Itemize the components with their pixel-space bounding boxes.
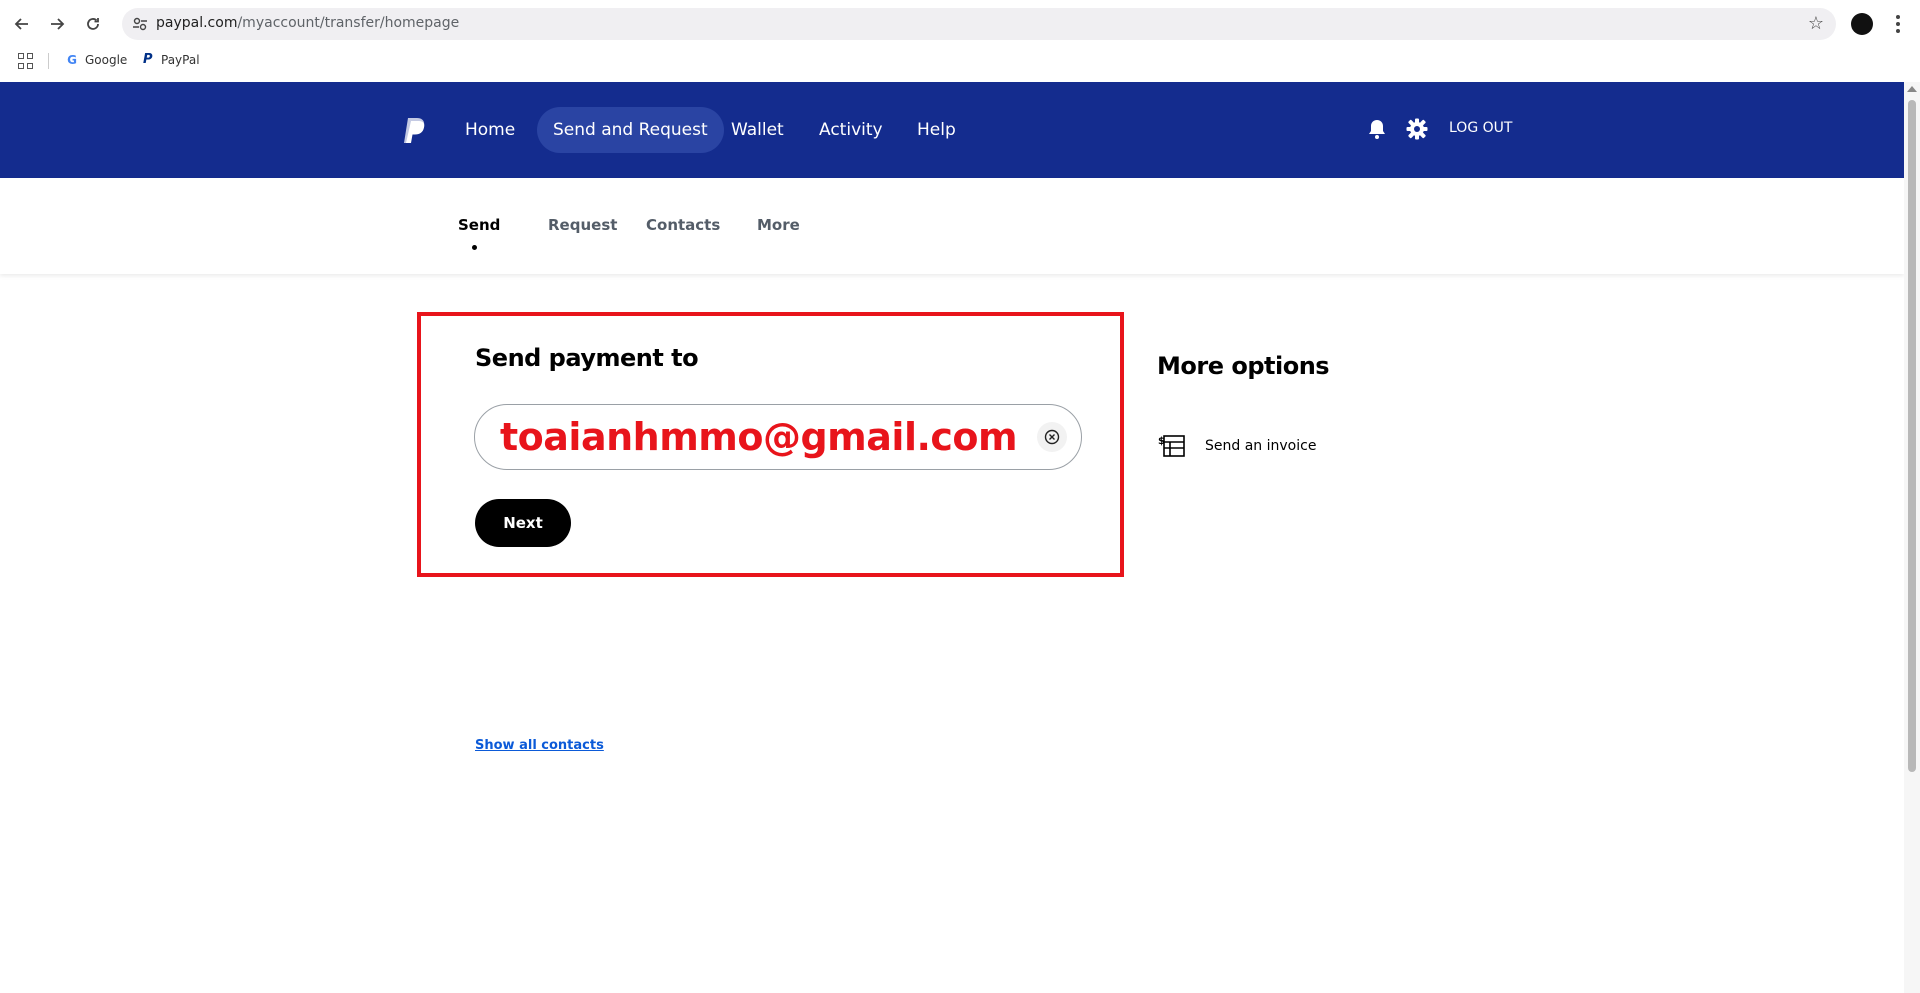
nav-home[interactable]: Home <box>449 107 531 153</box>
tab-request[interactable]: Request <box>548 216 617 234</box>
paypal-header: Home Send and Request Wallet Activity He… <box>0 82 1904 178</box>
clear-input-button[interactable] <box>1037 422 1067 452</box>
scroll-up-arrow[interactable] <box>1907 86 1917 92</box>
address-bar[interactable]: paypal.com/myaccount/transfer/homepage ☆ <box>122 8 1836 40</box>
paypal-logo[interactable] <box>402 116 428 146</box>
svg-text:$: $ <box>1158 436 1165 447</box>
bookmark-label: PayPal <box>161 53 200 67</box>
nav-send-and-request[interactable]: Send and Request <box>537 107 724 153</box>
forward-icon[interactable] <box>45 12 69 36</box>
sub-navigation: Send Request Contacts More <box>0 178 1904 274</box>
scrollbar-thumb[interactable] <box>1908 100 1916 772</box>
logout-button[interactable]: LOG OUT <box>1449 120 1512 136</box>
back-icon[interactable] <box>10 12 34 36</box>
tab-more[interactable]: More <box>757 216 800 234</box>
google-icon: G <box>67 53 77 67</box>
show-all-contacts-link[interactable]: Show all contacts <box>475 738 604 753</box>
site-info-icon[interactable] <box>132 16 148 32</box>
url-text: paypal.com/myaccount/transfer/homepage <box>156 15 460 31</box>
browser-toolbar: paypal.com/myaccount/transfer/homepage ☆ <box>0 0 1920 48</box>
gear-icon[interactable] <box>1406 118 1428 140</box>
tab-send[interactable]: Send <box>458 216 500 234</box>
tab-contacts[interactable]: Contacts <box>646 216 720 234</box>
browser-menu-icon[interactable] <box>1890 12 1906 36</box>
bookmarks-bar <box>0 48 1920 82</box>
active-tab-indicator <box>472 245 477 250</box>
recipient-value: toaianhmmo@gmail.com <box>500 415 1018 459</box>
send-invoice-link[interactable]: Send an invoice <box>1205 438 1316 454</box>
apps-grid-icon[interactable] <box>18 53 34 69</box>
bookmarks-divider <box>48 53 49 69</box>
invoice-icon[interactable]: $ <box>1158 433 1186 459</box>
nav-help[interactable]: Help <box>901 107 972 153</box>
next-button[interactable]: Next <box>475 499 571 547</box>
recipient-input[interactable]: toaianhmmo@gmail.com <box>474 404 1082 470</box>
bell-icon[interactable] <box>1366 118 1388 140</box>
paypal-icon: P <box>143 52 153 67</box>
nav-activity[interactable]: Activity <box>803 107 899 153</box>
clear-icon <box>1044 429 1060 445</box>
profile-avatar[interactable] <box>1851 13 1873 35</box>
nav-wallet[interactable]: Wallet <box>715 107 800 153</box>
more-options-title: More options <box>1157 352 1330 380</box>
reload-icon[interactable] <box>81 12 105 36</box>
send-payment-title: Send payment to <box>475 344 699 372</box>
bookmark-paypal[interactable]: P PayPal <box>143 52 200 68</box>
bookmark-star-icon[interactable]: ☆ <box>1808 13 1824 34</box>
bookmark-label: Google <box>85 53 128 67</box>
bookmark-google[interactable]: G Google <box>65 53 127 67</box>
